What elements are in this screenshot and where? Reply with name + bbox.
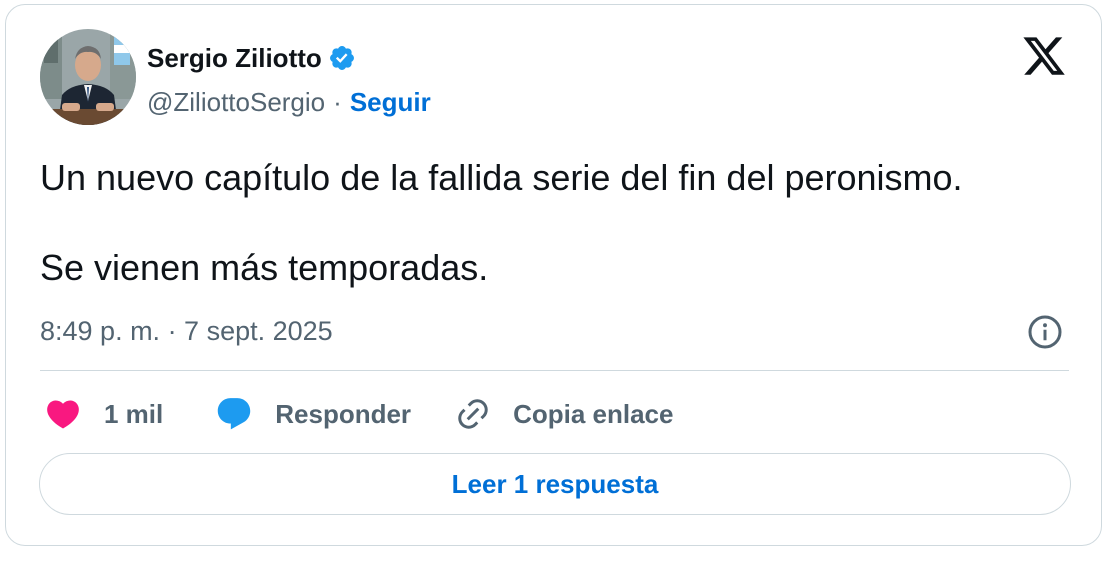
copy-link-label: Copia enlace [513,398,674,429]
copy-link-button[interactable]: Copia enlace [455,396,673,432]
tweet-actions-bar: 1 mil Responder Copia enlace [44,392,673,436]
tweet-paragraph: Un nuevo capítulo de la fallida serie de… [40,157,963,198]
avatar-photo [40,29,136,125]
verified-badge-icon [329,46,354,70]
tweet-paragraph: Se vienen más temporadas. [40,247,489,288]
author-handle[interactable]: @ZiliottoSergio [147,85,325,119]
author-handle-row: @ZiliottoSergio · Seguir [147,85,431,119]
heart-icon [47,400,79,429]
reply-label: Responder [275,398,412,429]
x-logo-icon[interactable] [1021,33,1067,79]
embedded-tweet-card: Sergio Ziliotto @ZiliottoSergio · Seguir… [5,4,1102,546]
author-name[interactable]: Sergio Ziliotto [147,41,322,75]
tweet-text: Un nuevo capítulo de la fallida serie de… [40,155,1070,290]
tweet-timestamp[interactable]: 8:49 p. m. · 7 sept. 2025 [40,313,333,349]
speech-bubble-icon [218,398,251,430]
link-icon [458,399,488,429]
handle-separator: · [333,87,342,117]
reply-button[interactable]: Responder [215,395,411,433]
divider [40,370,1069,371]
follow-button[interactable]: Seguir [350,85,431,119]
info-icon[interactable] [1027,314,1063,350]
like-count: 1 mil [104,398,164,429]
read-replies-button[interactable]: Leer 1 respuesta [39,453,1071,515]
like-button[interactable]: 1 mil [44,395,163,433]
author-name-row: Sergio Ziliotto [147,41,356,75]
avatar[interactable] [40,29,136,125]
